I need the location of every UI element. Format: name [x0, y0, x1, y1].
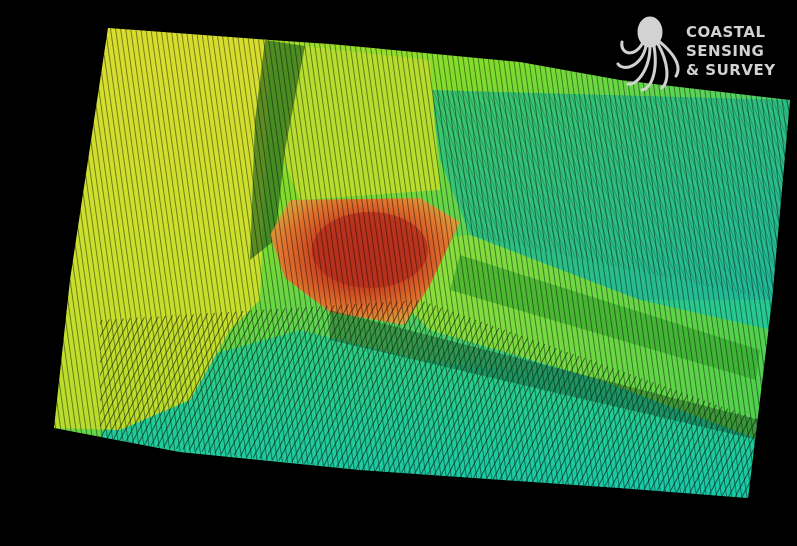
octopus-icon [616, 16, 680, 92]
logo-text-line-2: SENSING [686, 42, 765, 60]
company-logo: COASTAL SENSING & SURVEY [612, 14, 788, 94]
logo-text-line-1: COASTAL [686, 23, 766, 41]
logo-text-line-3: & SURVEY [686, 61, 776, 79]
point-cloud-viewport: COASTAL SENSING & SURVEY [0, 0, 797, 546]
